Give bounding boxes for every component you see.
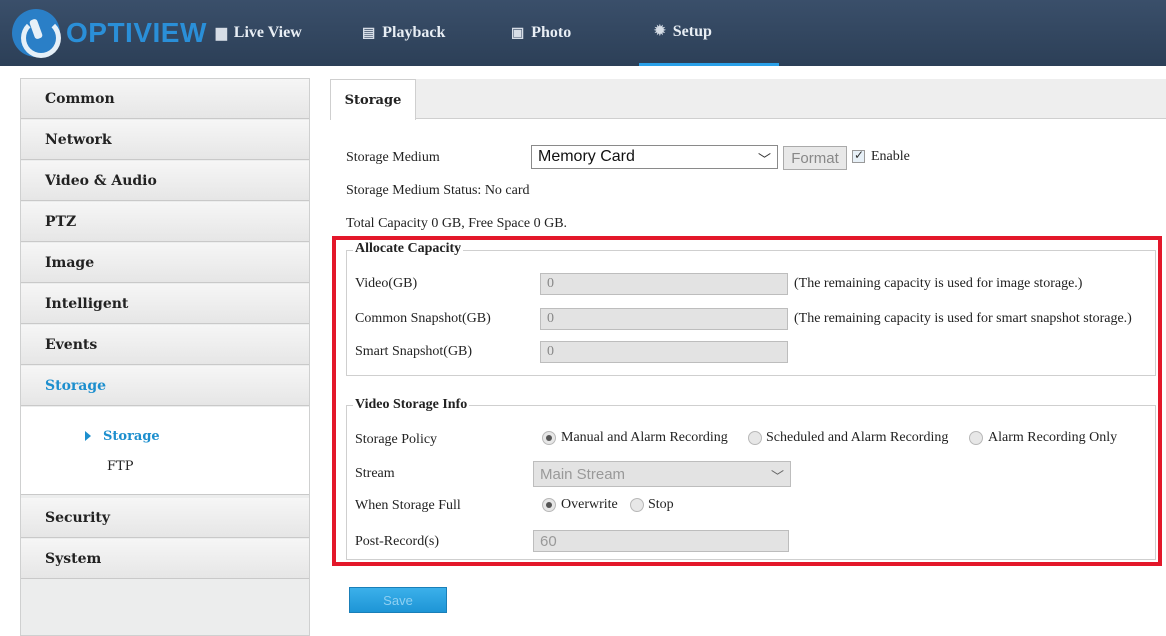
storage-status-text: Storage Medium Status: No card <box>346 183 530 198</box>
logo-mark-icon <box>12 9 61 58</box>
triangle-right-icon <box>85 431 91 441</box>
storage-medium-label: Storage Medium <box>346 150 440 165</box>
nav-live-view[interactable]: ▆ Live View <box>216 0 302 66</box>
sidebar-item-network[interactable]: Network <box>21 120 309 160</box>
tab-bar: Storage <box>330 79 1166 120</box>
nav-live-view-label: Live View <box>233 24 302 41</box>
submenu-item-storage[interactable]: Storage <box>21 421 309 451</box>
nav-photo[interactable]: ▣ Photo <box>511 0 571 66</box>
save-button[interactable]: Save <box>349 587 447 613</box>
film-icon: ▤ <box>362 25 376 41</box>
highlight-box <box>332 236 1162 566</box>
capacity-text: Total Capacity 0 GB, Free Space 0 GB. <box>346 216 568 231</box>
sidebar-item-video-audio[interactable]: Video & Audio <box>21 161 309 201</box>
sidebar-item-common[interactable]: Common <box>21 79 309 119</box>
storage-medium-select[interactable]: Memory Card ﹀ <box>531 145 778 169</box>
sidebar-item-intelligent[interactable]: Intelligent <box>21 284 309 324</box>
image-icon: ▣ <box>511 25 525 41</box>
settings-sidebar: Common Network Video & Audio PTZ Image I… <box>20 78 310 636</box>
submenu-storage-label: Storage <box>103 428 160 444</box>
nav-playback[interactable]: ▤ Playback <box>362 0 445 66</box>
submenu-ftp-label: FTP <box>107 458 134 474</box>
sidebar-item-events[interactable]: Events <box>21 325 309 365</box>
nav-setup-label: Setup <box>672 22 712 40</box>
nav-photo-label: Photo <box>531 24 572 41</box>
monitor-icon: ▆ <box>216 25 227 41</box>
enable-label: Enable <box>871 149 910 164</box>
enable-checkbox[interactable] <box>852 148 865 163</box>
sidebar-item-security[interactable]: Security <box>21 498 309 538</box>
storage-submenu: Storage FTP <box>21 407 309 495</box>
brand-logo: OPTIVIEW <box>12 8 207 58</box>
format-button[interactable]: Format <box>783 146 847 170</box>
top-navigation-bar: OPTIVIEW ▆ Live View ▤ Playback ▣ Photo … <box>0 0 1166 66</box>
chevron-down-icon: ﹀ <box>757 152 771 167</box>
sidebar-item-image[interactable]: Image <box>21 243 309 283</box>
nav-setup[interactable]: ✹ Setup <box>639 0 779 66</box>
tab-storage[interactable]: Storage <box>330 79 416 120</box>
sidebar-item-system[interactable]: System <box>21 539 309 579</box>
nav-playback-label: Playback <box>382 24 446 41</box>
logo-text: OPTIVIEW <box>66 17 207 48</box>
storage-medium-value: Memory Card <box>538 148 635 165</box>
submenu-item-ftp[interactable]: FTP <box>21 451 309 481</box>
gear-icon: ✹ <box>654 24 666 39</box>
sidebar-item-ptz[interactable]: PTZ <box>21 202 309 242</box>
sidebar-item-storage[interactable]: Storage <box>21 366 309 406</box>
